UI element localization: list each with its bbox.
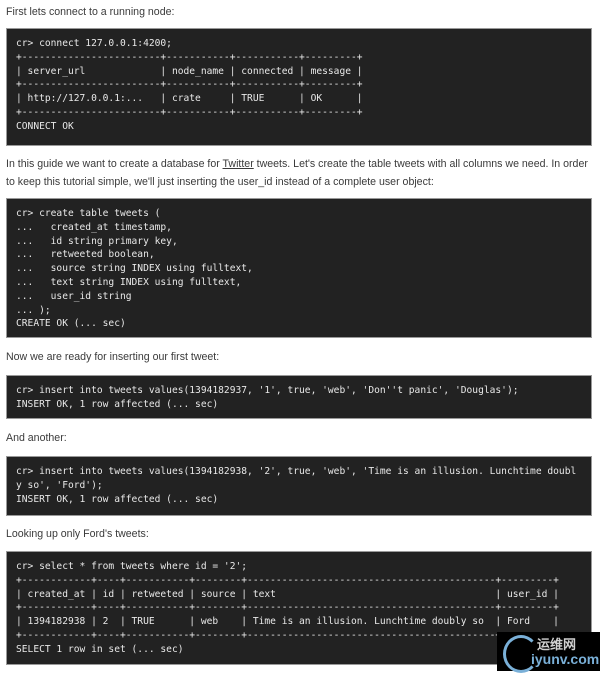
twitter-link[interactable]: Twitter — [223, 158, 254, 170]
code-block-insert-1: cr> insert into tweets values(1394182937… — [6, 375, 592, 419]
watermark-en: iyunv.com — [531, 651, 600, 667]
code-block-insert-2: cr> insert into tweets values(1394182938… — [6, 456, 592, 516]
intro-text: First lets connect to a running node: — [6, 6, 175, 18]
code-block-create: cr> create table tweets ( ... created_at… — [6, 198, 592, 338]
lookup-text: Looking up only Ford's tweets: — [6, 528, 149, 540]
code-block-connect: cr> connect 127.0.0.1:4200; +-----------… — [6, 28, 592, 146]
create-table-text: In this guide we want to create a databa… — [6, 155, 592, 191]
another-text: And another: — [6, 432, 67, 444]
text-part: In this guide we want to create a databa… — [6, 158, 223, 170]
watermark-logo: 运维网 iyunv.com — [497, 632, 600, 673]
insert-intro-text: Now we are ready for inserting our first… — [6, 351, 220, 363]
